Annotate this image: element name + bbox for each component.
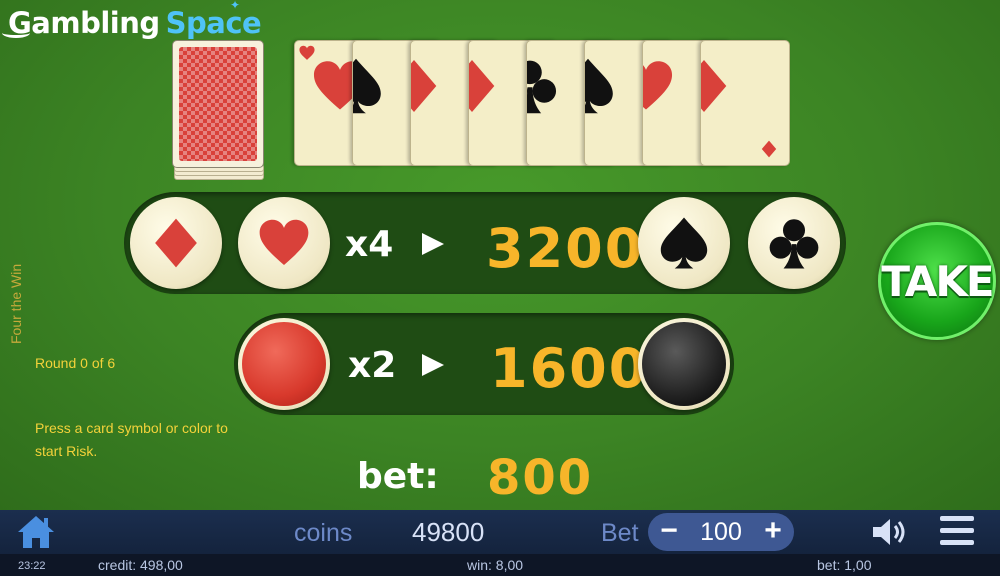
clubs-pick-button[interactable] (748, 197, 840, 289)
sound-icon[interactable] (870, 516, 910, 548)
take-label: TAKE (881, 256, 994, 306)
win-display: win: 8,00 (467, 557, 524, 573)
bet-label: bet: (357, 456, 439, 497)
club-icon (769, 219, 819, 269)
logo-text-1: Gambling (8, 6, 160, 40)
bet-display: bet: 1,00 (817, 557, 872, 573)
color-multiplier: x2 (348, 345, 397, 386)
red-ball-icon (242, 322, 326, 406)
status-bar: 23:22 credit: 498,00 win: 8,00 bet: 1,00 (0, 554, 1000, 576)
black-pick-button[interactable] (638, 318, 730, 410)
color-win-value: 1600 (490, 337, 649, 400)
game-title-vertical: Four the Win (8, 263, 24, 344)
black-ball-icon (642, 322, 726, 406)
diamond-icon (155, 218, 197, 268)
bet-value: 800 (487, 450, 594, 506)
bet-increase-button[interactable]: + (756, 515, 790, 549)
home-icon[interactable] (16, 514, 56, 550)
spade-icon (660, 217, 708, 269)
arrow-right-icon (422, 233, 444, 255)
bet-stepper: − 100 + (648, 513, 794, 551)
diamond-icon (469, 59, 495, 113)
sparkle-icon: ✦ (230, 0, 240, 12)
heart-icon (643, 61, 673, 110)
menu-icon[interactable] (940, 516, 976, 548)
diamond-icon (701, 59, 727, 113)
suit-bet-bar (124, 192, 846, 294)
spade-icon (353, 58, 381, 114)
bottom-toolbar: coins 49800 Bet − 100 + (0, 510, 1000, 554)
instruction-text: Press a card symbol or color to start Ri… (35, 420, 228, 459)
round-counter: Round 0 of 6 (35, 355, 116, 371)
spades-pick-button[interactable] (638, 197, 730, 289)
red-pick-button[interactable] (238, 318, 330, 410)
club-icon (527, 60, 557, 114)
gambling-space-logo: Gambling Space ✦ (2, 0, 262, 42)
card-back (172, 40, 264, 168)
spade-icon (585, 58, 613, 114)
diamond-icon (411, 59, 437, 113)
heart-icon (259, 219, 309, 266)
history-card-diamonds (700, 40, 790, 166)
arrow-right-icon (422, 354, 444, 376)
logo-text-2: Space (165, 6, 262, 40)
take-button[interactable]: TAKE (878, 222, 996, 340)
clock: 23:22 (18, 560, 46, 572)
suit-win-value: 3200 (486, 217, 645, 280)
credit-display: credit: 498,00 (98, 557, 183, 573)
hearts-pick-button[interactable] (238, 197, 330, 289)
coins-label: coins (294, 519, 353, 547)
bet-stepper-label: Bet (601, 519, 639, 547)
diamond-small-icon (761, 140, 777, 158)
diamonds-pick-button[interactable] (130, 197, 222, 289)
card-deck (172, 40, 268, 180)
coins-value: 49800 (412, 517, 485, 547)
suit-multiplier: x4 (345, 224, 394, 265)
